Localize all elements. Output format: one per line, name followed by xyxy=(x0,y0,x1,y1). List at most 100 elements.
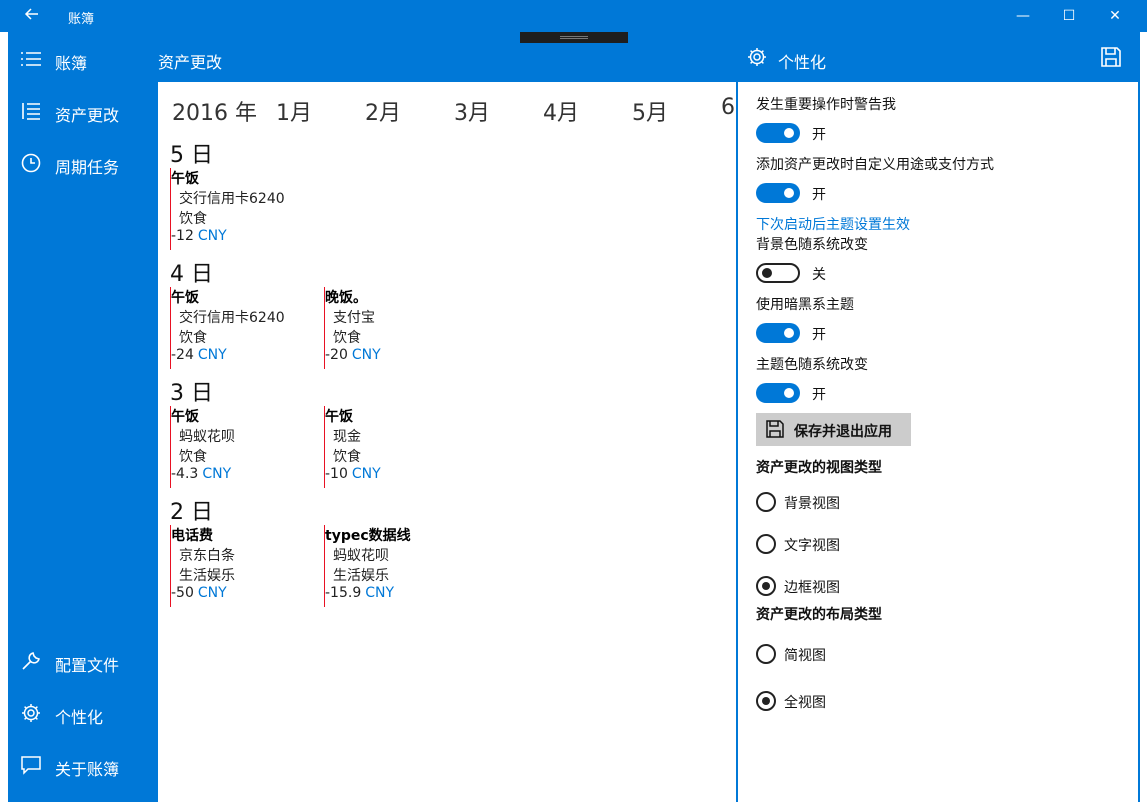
nav-item-periodic-tasks[interactable]: 周期任务 xyxy=(8,140,158,188)
personalization-panel: 个性化 发生重要操作时警告我 开 添加资产更改时自定义用途或支付方式 开 下次启… xyxy=(738,32,1138,802)
panel-header: 个性化 xyxy=(738,32,1138,82)
radio-label: 简视图 xyxy=(784,648,826,664)
wrench-icon xyxy=(22,652,40,670)
currency-label: CNY xyxy=(351,347,381,363)
setting-label: 背景色随系统改变 xyxy=(756,237,868,253)
setting-label: 使用暗黑系主题 xyxy=(756,297,854,313)
day-header: 2 日 xyxy=(170,500,213,525)
currency-label: CNY xyxy=(197,347,227,363)
currency-label: CNY xyxy=(202,466,232,482)
radio-full-view[interactable] xyxy=(756,691,776,711)
view-type-title: 资产更改的视图类型 xyxy=(756,460,882,476)
year-label[interactable]: 2016 年 xyxy=(172,95,257,127)
radio-label: 文字视图 xyxy=(784,538,840,554)
entry-category: 饮食 xyxy=(179,330,207,346)
panel-title: 个性化 xyxy=(778,53,827,72)
entry-card[interactable]: 午饭 交行信用卡6240 饮食 -24 CNY xyxy=(170,287,311,369)
entry-amount: -4.3 CNY xyxy=(171,466,232,482)
save-icon xyxy=(766,420,784,438)
month-tab[interactable]: 3月 xyxy=(454,95,490,127)
month-tab[interactable]: 1月 xyxy=(276,95,312,127)
nav-item-profile[interactable]: 配置文件 xyxy=(8,638,158,686)
toggle-state: 开 xyxy=(812,387,826,403)
accent-follow-system-toggle[interactable] xyxy=(756,383,800,403)
clock-icon xyxy=(21,153,41,173)
nav-item-about[interactable]: 关于账簿 xyxy=(8,742,158,790)
toggle-state: 开 xyxy=(812,187,826,203)
dark-theme-toggle[interactable] xyxy=(756,323,800,343)
radio-simple-view[interactable] xyxy=(756,644,776,664)
main-header: 资产更改 xyxy=(158,32,736,82)
app-window: 账簿 — ☐ ✕ 账簿 资产更改 周期任务 配置文件 个性化 关于账簿 资产更改… xyxy=(0,0,1147,810)
warn-toggle[interactable] xyxy=(756,123,800,143)
title-bar: 账簿 — ☐ ✕ xyxy=(0,0,1147,32)
month-tab[interactable]: 6 xyxy=(721,95,735,120)
entry-title: 午饭 xyxy=(171,290,199,306)
nav-item-ledger[interactable]: 账簿 xyxy=(8,36,158,84)
day-header: 5 日 xyxy=(170,143,213,168)
entry-account: 交行信用卡6240 xyxy=(179,310,285,326)
window-title: 账簿 xyxy=(68,12,95,27)
entry-account: 现金 xyxy=(333,429,361,445)
background-follow-system-toggle[interactable] xyxy=(756,263,800,283)
radio-background-view[interactable] xyxy=(756,492,776,512)
maximize-button[interactable]: ☐ xyxy=(1046,4,1092,28)
month-tab[interactable]: 4月 xyxy=(543,95,579,127)
entry-title: 电话费 xyxy=(171,528,213,544)
entry-amount: -20 CNY xyxy=(325,347,381,363)
month-tab[interactable]: 2月 xyxy=(365,95,401,127)
minimize-button[interactable]: — xyxy=(1000,4,1046,28)
radio-border-view[interactable] xyxy=(756,576,776,596)
entry-title: 晚饭。 xyxy=(325,290,367,306)
entry-card[interactable]: typec数据线 蚂蚁花呗 生活娱乐 -15.9 CNY xyxy=(324,525,465,607)
nav-item-label: 账簿 xyxy=(55,54,88,73)
entry-amount: -50 CNY xyxy=(171,585,227,601)
nav-item-label: 资产更改 xyxy=(55,106,120,125)
nav-item-label: 关于账簿 xyxy=(55,760,120,779)
day-header: 3 日 xyxy=(170,381,213,406)
entry-amount: -24 CNY xyxy=(171,347,227,363)
nav-item-personalization[interactable]: 个性化 xyxy=(8,690,158,738)
entry-title: 午饭 xyxy=(171,409,199,425)
entry-amount: -12 CNY xyxy=(171,228,227,244)
custom-purpose-toggle[interactable] xyxy=(756,183,800,203)
nav-item-asset-changes[interactable]: 资产更改 xyxy=(8,88,158,136)
entry-card[interactable]: 午饭 交行信用卡6240 饮食 -12 CNY xyxy=(170,168,311,250)
entry-account: 支付宝 xyxy=(333,310,375,326)
save-and-exit-button[interactable]: 保存并退出应用 xyxy=(756,413,911,446)
entry-account: 蚂蚁花呗 xyxy=(179,429,235,445)
hamburger-icon xyxy=(21,52,41,66)
day-header: 4 日 xyxy=(170,262,213,287)
save-icon[interactable] xyxy=(1100,46,1122,68)
drag-handle[interactable] xyxy=(520,32,628,43)
close-button[interactable]: ✕ xyxy=(1092,4,1138,28)
setting-label: 发生重要操作时警告我 xyxy=(756,97,896,113)
back-arrow-icon[interactable] xyxy=(20,6,44,26)
entry-category: 生活娱乐 xyxy=(179,568,235,584)
entry-account: 京东白条 xyxy=(179,548,235,564)
asset-change-list: 2016 年 1月 2月 3月 4月 5月 6 5 日 午饭 交行信用卡6240… xyxy=(158,82,736,802)
entry-card[interactable]: 电话费 京东白条 生活娱乐 -50 CNY xyxy=(170,525,311,607)
currency-label: CNY xyxy=(365,585,395,601)
radio-label: 全视图 xyxy=(784,695,826,711)
window-border xyxy=(1138,32,1140,802)
button-label: 保存并退出应用 xyxy=(794,424,892,440)
nav-item-label: 个性化 xyxy=(55,708,104,727)
gear-icon xyxy=(22,704,40,722)
radio-label: 背景视图 xyxy=(784,496,840,512)
entry-category: 饮食 xyxy=(333,449,361,465)
entry-amount: -10 CNY xyxy=(325,466,381,482)
setting-label: 主题色随系统改变 xyxy=(756,357,868,373)
entry-card[interactable]: 晚饭。 支付宝 饮食 -20 CNY xyxy=(324,287,465,369)
entry-card[interactable]: 午饭 蚂蚁花呗 饮食 -4.3 CNY xyxy=(170,406,311,488)
entry-title: 午饭 xyxy=(325,409,353,425)
theme-notice: 下次启动后主题设置生效 xyxy=(756,217,910,233)
entry-card[interactable]: 午饭 现金 饮食 -10 CNY xyxy=(324,406,465,488)
radio-text-view[interactable] xyxy=(756,534,776,554)
month-selector: 2016 年 1月 2月 3月 4月 5月 6 xyxy=(158,82,736,132)
chat-icon xyxy=(21,756,41,775)
currency-label: CNY xyxy=(197,228,227,244)
radio-label: 边框视图 xyxy=(784,580,840,596)
month-tab[interactable]: 5月 xyxy=(632,95,668,127)
entry-amount: -15.9 CNY xyxy=(325,585,395,601)
